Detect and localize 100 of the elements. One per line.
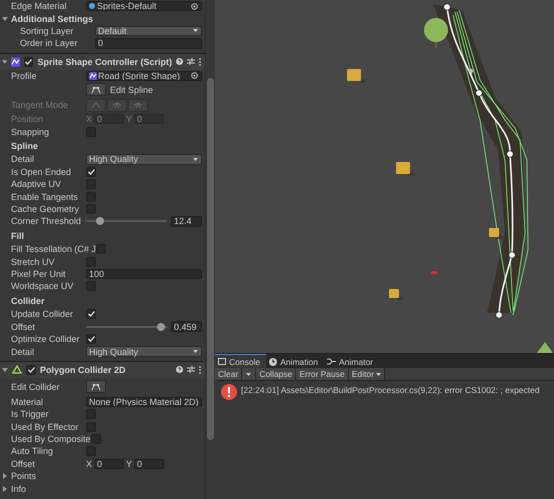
field-label: Fill Tessellation (C# J — [10, 244, 96, 254]
expanded-triangle-icon[interactable] — [2, 58, 8, 65]
crate-drawing — [396, 162, 415, 176]
field-label: Position — [10, 114, 44, 124]
axis-label: Y — [126, 114, 132, 124]
caret-icon — [246, 372, 252, 376]
sprite-shape-icon — [11, 56, 20, 67]
field-label: Material — [10, 396, 44, 407]
tangent-icon — [133, 102, 143, 109]
toolbar-button[interactable]: Error Pause — [296, 368, 349, 380]
field-label: Is Open Ended — [10, 166, 72, 177]
car-drawing — [431, 271, 437, 274]
checkbox[interactable] — [86, 334, 96, 344]
field-label: Used By Composite — [10, 434, 91, 444]
field-label: Tangent Mode — [10, 100, 70, 110]
crate-drawing — [389, 289, 404, 300]
foldout-label: Points — [11, 471, 36, 482]
input-field[interactable]: 12.4 — [171, 216, 202, 227]
axis-label: Y — [126, 458, 132, 469]
field-label: Is Trigger — [10, 409, 50, 420]
field-label: Update Collider — [10, 309, 74, 320]
more-icon[interactable] — [198, 58, 201, 66]
field-label: Optimize Collider — [10, 334, 81, 344]
edit-button[interactable] — [86, 380, 106, 394]
collapsed-triangle-icon[interactable] — [2, 473, 8, 480]
tangent-icon — [112, 102, 122, 109]
axis-label: X — [86, 114, 92, 124]
sliders-icon[interactable] — [187, 366, 195, 374]
section-label: Spline — [10, 141, 38, 152]
slider-thumb[interactable] — [156, 322, 165, 331]
field-label: Stretch UV — [10, 256, 56, 267]
dropdown[interactable]: High Quality — [86, 154, 202, 165]
help-icon[interactable] — [176, 58, 183, 66]
help-icon[interactable] — [176, 366, 183, 374]
caret-icon — [376, 372, 381, 376]
clock-icon — [269, 358, 278, 366]
checkbox[interactable] — [86, 166, 96, 177]
checkbox[interactable] — [26, 364, 36, 375]
input-field[interactable]: 0 — [134, 458, 164, 470]
field-label: Detail — [10, 154, 36, 164]
field-label: Order in Layer — [19, 38, 79, 48]
field-label: Worldspace UV — [10, 281, 74, 292]
field-label: Detail — [10, 346, 36, 356]
field-label: Offset — [10, 458, 36, 469]
slider[interactable] — [86, 220, 167, 222]
component-title: Sprite Shape Controller (Script) — [37, 56, 172, 67]
field-label: Pixel Per Unit — [10, 269, 67, 280]
field-label: Sorting Layer — [19, 26, 75, 36]
dropdown-button[interactable]: Editor — [348, 368, 385, 380]
toolbar-button[interactable]: Clear — [215, 368, 242, 380]
foldout-label: Additional Settings — [11, 14, 93, 24]
component-title: Polygon Collider 2D — [40, 364, 127, 375]
caret-icon — [193, 29, 198, 32]
crate-drawing — [347, 69, 366, 83]
slider[interactable] — [86, 326, 167, 328]
object-picker-icon[interactable] — [191, 72, 198, 80]
expanded-triangle-icon[interactable] — [2, 366, 8, 373]
checkbox[interactable] — [86, 309, 96, 320]
input-field[interactable]: 0 — [95, 38, 202, 49]
toolbar-button[interactable]: Collapse — [256, 368, 296, 380]
polygon-icon — [12, 365, 22, 374]
field-label: Edge Material — [10, 1, 68, 12]
dropdown[interactable]: High Quality — [86, 346, 202, 357]
slider-thumb[interactable] — [96, 217, 104, 226]
foldout-label: Info — [11, 484, 26, 494]
dropdown[interactable]: Default — [95, 26, 202, 36]
sliders-icon[interactable] — [186, 58, 195, 66]
field-label: Corner Threshold — [10, 216, 82, 226]
input-field[interactable]: 100 — [86, 268, 202, 280]
edit-button[interactable] — [86, 83, 106, 96]
console-icon — [218, 358, 226, 365]
field-label: Auto Tiling — [10, 446, 54, 456]
field-label: Cache Geometry — [10, 204, 80, 214]
tab[interactable]: Console — [215, 354, 266, 368]
field-label: Used By Effector — [10, 422, 80, 432]
scrollbar-thumb[interactable] — [207, 78, 214, 440]
field-label: Edit Collider — [10, 382, 61, 392]
button-label: Edit Spline — [110, 84, 154, 95]
graph-icon — [327, 358, 336, 365]
field-label: Profile — [10, 70, 38, 81]
material-icon — [89, 3, 95, 10]
expanded-triangle-icon[interactable] — [2, 16, 8, 22]
caret-icon — [193, 350, 198, 353]
input-field[interactable]: 0.459 — [171, 321, 202, 332]
field-label: Adaptive UV — [10, 179, 62, 190]
crate-drawing — [489, 228, 504, 239]
section-label: Fill — [10, 231, 24, 242]
tangent-icon — [91, 102, 101, 109]
section-label: Collider — [10, 296, 45, 306]
edit-shape-icon — [91, 86, 101, 94]
edit-shape-icon — [91, 382, 101, 391]
collapsed-triangle-icon[interactable] — [2, 486, 8, 492]
sprite-shape-icon — [89, 72, 97, 80]
log-message: [22:24:01] Assets\Editor\BuildPostProcessor.cs(9,22): error CS1002: ; expected — [241, 384, 540, 395]
field-label: Offset — [10, 322, 36, 332]
field-label: Enable Tangents — [10, 192, 79, 202]
checkbox[interactable] — [24, 56, 34, 67]
dropdown-button[interactable] — [242, 368, 256, 380]
object-picker-icon[interactable] — [191, 2, 198, 10]
input-field[interactable]: 0 — [94, 458, 124, 470]
